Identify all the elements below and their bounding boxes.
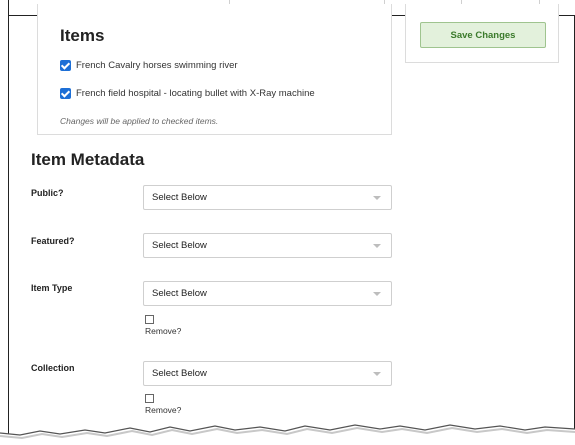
remove-label: Remove?	[145, 405, 182, 415]
chevron-down-icon	[373, 244, 381, 248]
item-type-select-value: Select Below	[152, 288, 207, 299]
featured-label: Featured?	[31, 236, 75, 246]
items-title: Items	[60, 26, 105, 45]
save-panel: Save Changes	[405, 4, 559, 63]
item-type-remove: Remove?	[145, 315, 181, 336]
item-label: French Cavalry horses swimming river	[76, 60, 238, 71]
item-checkbox-row[interactable]: French field hospital - locating bullet …	[60, 88, 315, 99]
collection-label: Collection	[31, 363, 75, 373]
item-label: French field hospital - locating bullet …	[76, 88, 315, 99]
collection-select-value: Select Below	[152, 368, 207, 379]
item-type-select[interactable]: Select Below	[143, 281, 392, 306]
changes-note: Changes will be applied to checked items…	[60, 116, 219, 126]
remove-checkbox[interactable]	[145, 315, 154, 324]
chevron-down-icon	[373, 196, 381, 200]
save-changes-button[interactable]: Save Changes	[420, 22, 546, 48]
featured-select[interactable]: Select Below	[143, 233, 392, 258]
page-frame: Items French Cavalry horses swimming riv…	[8, 0, 575, 445]
checkbox-checked-icon[interactable]	[60, 60, 71, 71]
collection-remove: Remove?	[145, 394, 181, 415]
remove-checkbox[interactable]	[145, 394, 154, 403]
public-label: Public?	[31, 188, 64, 198]
public-select-value: Select Below	[152, 192, 207, 203]
featured-select-value: Select Below	[152, 240, 207, 251]
item-checkbox-row[interactable]: French Cavalry horses swimming river	[60, 60, 238, 71]
collection-select[interactable]: Select Below	[143, 361, 392, 386]
chevron-down-icon	[373, 292, 381, 296]
chevron-down-icon	[373, 372, 381, 376]
item-metadata-title: Item Metadata	[31, 150, 145, 169]
item-type-label: Item Type	[31, 283, 73, 293]
items-panel: Items French Cavalry horses swimming riv…	[37, 4, 392, 135]
remove-label: Remove?	[145, 326, 182, 336]
checkbox-checked-icon[interactable]	[60, 88, 71, 99]
torn-edge-graphic	[0, 424, 575, 445]
public-select[interactable]: Select Below	[143, 185, 392, 210]
